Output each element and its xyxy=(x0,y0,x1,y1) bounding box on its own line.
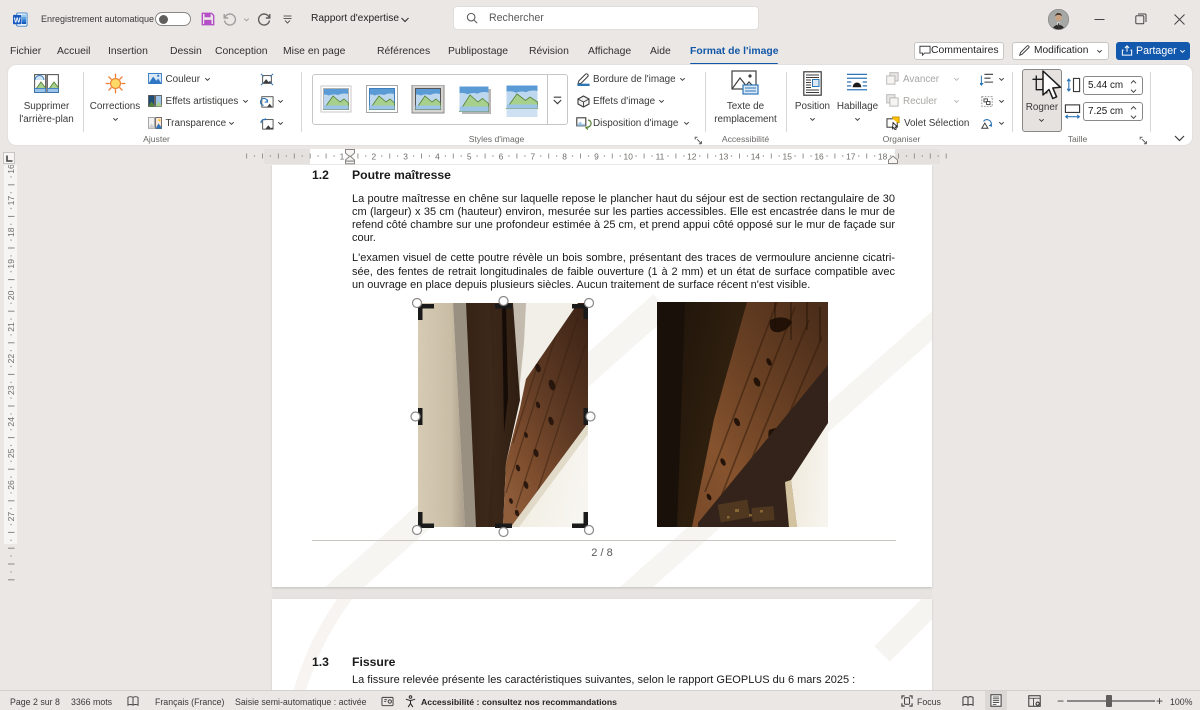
svg-text:16: 16 xyxy=(6,165,16,174)
svg-text:17: 17 xyxy=(6,196,16,206)
svg-text:4: 4 xyxy=(435,151,440,161)
svg-text:8: 8 xyxy=(562,151,567,161)
svg-text:20: 20 xyxy=(6,290,16,300)
svg-text:23: 23 xyxy=(6,385,16,395)
svg-text:15: 15 xyxy=(783,151,793,161)
svg-text:13: 13 xyxy=(719,151,729,161)
svg-text:16: 16 xyxy=(814,151,824,161)
svg-text:18: 18 xyxy=(6,227,16,237)
svg-text:18: 18 xyxy=(878,151,888,161)
svg-text:9: 9 xyxy=(594,151,599,161)
svg-text:19: 19 xyxy=(6,259,16,269)
svg-text:1: 1 xyxy=(340,151,345,161)
svg-text:25: 25 xyxy=(6,448,16,458)
svg-text:7: 7 xyxy=(530,151,535,161)
svg-text:14: 14 xyxy=(751,151,761,161)
svg-text:10: 10 xyxy=(624,151,634,161)
svg-text:21: 21 xyxy=(6,322,16,332)
svg-text:5: 5 xyxy=(467,151,472,161)
svg-text:24: 24 xyxy=(6,417,16,427)
svg-text:22: 22 xyxy=(6,354,16,364)
svg-text:3: 3 xyxy=(403,151,408,161)
svg-text:27: 27 xyxy=(6,512,16,522)
svg-text:11: 11 xyxy=(656,151,665,161)
svg-text:6: 6 xyxy=(499,151,504,161)
svg-text:17: 17 xyxy=(846,151,856,161)
svg-text:2: 2 xyxy=(371,151,376,161)
svg-text:26: 26 xyxy=(6,480,16,490)
svg-text:12: 12 xyxy=(687,151,697,161)
